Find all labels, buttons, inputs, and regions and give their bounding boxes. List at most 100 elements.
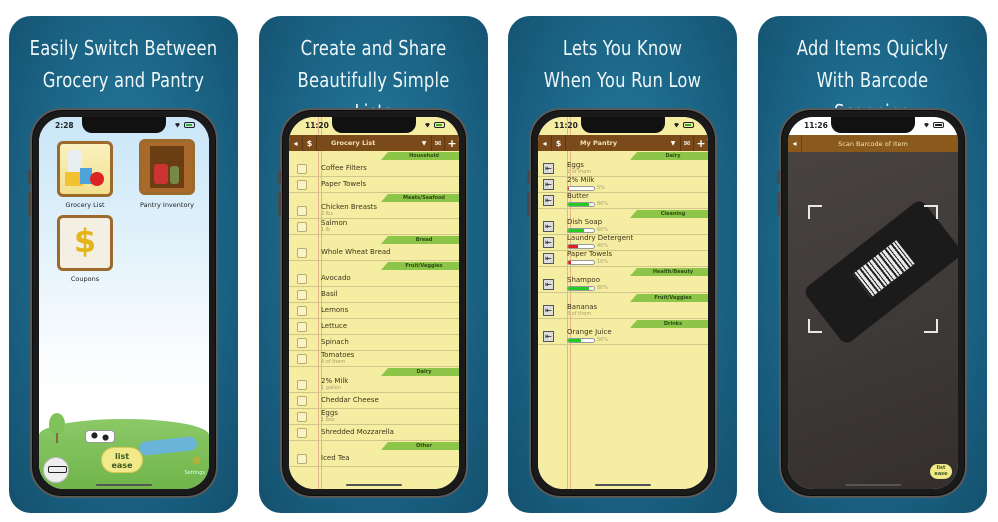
stock-level-bar (567, 228, 595, 233)
pantry-item[interactable]: ⇤ Dish Soap 60% (538, 219, 708, 235)
pantry-item[interactable]: ⇤ Bananas 3 of them (538, 303, 708, 319)
settings-gear-icon[interactable]: ⚙ (192, 456, 201, 467)
pantry-item[interactable]: ⇤ Laundry Detergent 40% (538, 235, 708, 251)
item-checkbox[interactable] (297, 163, 307, 174)
stock-level-bar (567, 338, 595, 343)
item-quantity: 4 of them (321, 359, 346, 365)
list-item[interactable]: Lemons (289, 303, 459, 319)
move-to-grocery-icon[interactable]: ⇤ (543, 163, 554, 174)
list-item[interactable]: Coffee Filters (289, 161, 459, 177)
move-to-grocery-icon[interactable]: ⇤ (543, 305, 554, 316)
phone-side-button (527, 192, 530, 216)
list-item[interactable]: 2% Milk 1 gallon (289, 377, 459, 393)
move-to-grocery-icon[interactable]: ⇤ (543, 279, 554, 290)
pantry-item[interactable]: ⇤ 2% Milk 5% (538, 177, 708, 193)
viewfinder-corner (808, 319, 822, 333)
item-checkbox[interactable] (297, 379, 307, 390)
back-arrow-icon[interactable]: ◂ (788, 135, 802, 152)
list-item[interactable]: Paper Towels (289, 177, 459, 193)
pantry-item[interactable]: ⇤ Butter 80% (538, 193, 708, 209)
list-item[interactable]: Cheddar Cheese (289, 393, 459, 409)
category-header: Fruit/Veggies (538, 294, 708, 303)
item-name: Coffee Filters (321, 164, 367, 172)
item-text: Salmon 1 lb (321, 220, 347, 234)
panel-title-line2: When You Run Low (543, 68, 702, 92)
dropdown-caret-icon[interactable]: ▼ (417, 140, 431, 147)
add-item-icon[interactable]: + (445, 135, 459, 151)
stock-level-fill (568, 229, 584, 232)
phone-frame: 2:28 Grocery List Pantry Inventory $ Cou… (28, 108, 218, 498)
move-to-grocery-icon[interactable]: ⇤ (543, 331, 554, 342)
settings-label[interactable]: Settings (184, 470, 205, 476)
item-checkbox[interactable] (297, 179, 307, 190)
list-item[interactable]: Shredded Mozzarella (289, 425, 459, 441)
stock-level: 10% (567, 259, 612, 266)
category-header: Household (289, 152, 459, 161)
item-name: Shredded Mozzarella (321, 428, 394, 436)
item-checkbox[interactable] (297, 411, 307, 422)
pantry-item[interactable]: ⇤ Shampoo 80% (538, 277, 708, 293)
item-checkbox[interactable] (297, 205, 307, 216)
item-checkbox[interactable] (297, 247, 307, 258)
list-item[interactable]: Iced Tea (289, 451, 459, 467)
move-to-grocery-icon[interactable]: ⇤ (543, 253, 554, 264)
list-item[interactable]: Lettuce (289, 319, 459, 335)
list-item[interactable]: Spinach (289, 335, 459, 351)
phone-frame: 11:20 ◂ $ Grocery List ▼ ✉ + Household Co… (278, 108, 468, 498)
phone-side-button (28, 192, 31, 216)
stock-level-bar (567, 244, 595, 249)
item-checkbox[interactable] (297, 305, 307, 316)
phone-side-button (278, 192, 281, 216)
item-checkbox[interactable] (297, 221, 307, 232)
item-checkbox[interactable] (297, 353, 307, 364)
coupons-label[interactable]: Coupons (45, 275, 125, 283)
item-name: Orange Juice (567, 328, 612, 336)
item-quantity: 1 lb (321, 227, 331, 233)
item-checkbox[interactable] (297, 337, 307, 348)
move-to-grocery-icon[interactable]: ⇤ (543, 237, 554, 248)
pantry-inventory-label[interactable]: Pantry Inventory (127, 201, 207, 209)
add-item-icon[interactable]: + (694, 135, 708, 151)
item-checkbox[interactable] (297, 289, 307, 300)
dropdown-caret-icon[interactable]: ▼ (666, 140, 680, 147)
mail-share-icon[interactable]: ✉ (680, 135, 694, 151)
item-checkbox[interactable] (297, 453, 307, 464)
move-to-grocery-icon[interactable]: ⇤ (543, 179, 554, 190)
pantry-inventory-tile[interactable] (139, 139, 195, 195)
pantry-item[interactable]: ⇤ Paper Towels 10% (538, 251, 708, 267)
move-to-grocery-icon[interactable]: ⇤ (543, 195, 554, 206)
phone-screen: 11:20 ◂ $ Grocery List ▼ ✉ + Household Co… (289, 117, 459, 489)
back-arrow-icon[interactable]: ◂ (289, 135, 303, 151)
list-title[interactable]: Grocery List (317, 139, 417, 147)
coupons-tile[interactable]: $ (57, 215, 113, 271)
battery-icon (933, 122, 944, 128)
item-text: Lettuce (321, 323, 347, 330)
coupon-icon[interactable]: $ (552, 135, 566, 151)
wifi-icon (673, 122, 680, 128)
grocery-list-tile[interactable] (57, 141, 113, 197)
back-arrow-icon[interactable]: ◂ (538, 135, 552, 151)
item-checkbox[interactable] (297, 395, 307, 406)
item-checkbox[interactable] (297, 273, 307, 284)
move-to-grocery-icon[interactable]: ⇤ (543, 221, 554, 232)
pantry-item[interactable]: ⇤ Orange Juice 50% (538, 329, 708, 345)
grocery-list-label[interactable]: Grocery List (45, 201, 125, 209)
item-text: Iced Tea (321, 455, 350, 462)
item-name: Butter (567, 192, 589, 200)
list-item[interactable]: Tomatoes 4 of them (289, 351, 459, 367)
grocery-list-screen: 11:20 ◂ $ Grocery List ▼ ✉ + Household Co… (289, 117, 459, 489)
item-checkbox[interactable] (297, 321, 307, 332)
pantry-item[interactable]: ⇤ Eggs 2 of them (538, 161, 708, 177)
list-item[interactable]: Basil (289, 287, 459, 303)
list-item[interactable]: Chicken Breasts 2 lbs (289, 203, 459, 219)
pantry-screen: 11:20 ◂ $ My Pantry ▼ ✉ + Dairy ⇤ Eggs 2 of… (538, 117, 708, 489)
list-item[interactable]: Whole Wheat Bread (289, 245, 459, 261)
coupon-icon[interactable]: $ (303, 135, 317, 151)
mail-share-icon[interactable]: ✉ (431, 135, 445, 151)
status-time: 11:20 (305, 121, 329, 130)
list-item[interactable]: Avocado (289, 271, 459, 287)
list-item[interactable]: Salmon 1 lb (289, 219, 459, 235)
list-title[interactable]: My Pantry (566, 139, 666, 147)
list-item[interactable]: Eggs 1 box (289, 409, 459, 425)
item-checkbox[interactable] (297, 427, 307, 438)
